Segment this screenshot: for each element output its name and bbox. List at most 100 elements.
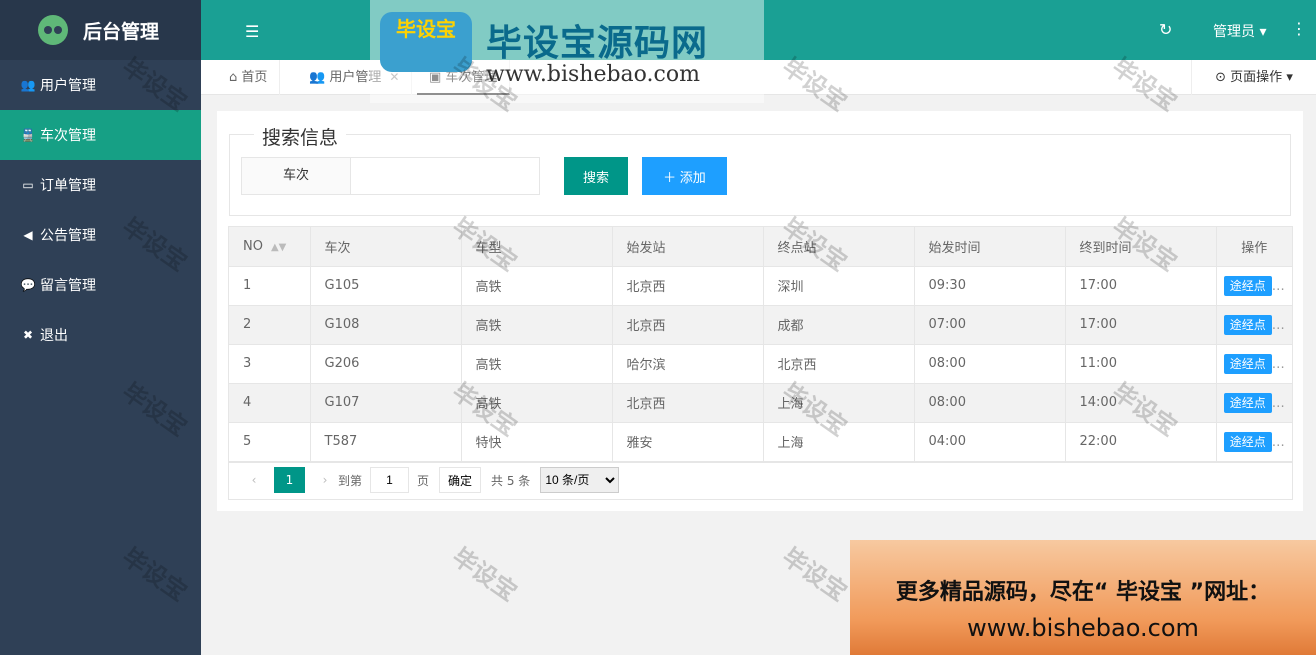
goto-page-input[interactable]: [370, 467, 410, 493]
search-button[interactable]: 搜索: [564, 157, 628, 195]
pagination: ‹ 1 › 到第 页 确定 共 5 条 10 条/页: [228, 461, 1293, 500]
table-cell: 1: [229, 266, 311, 306]
table-row: 5 T587 特快 雅安 上海 04:00 22:00 途经点…: [229, 422, 1292, 462]
add-button[interactable]: ＋ 添加: [642, 157, 727, 195]
stops-button[interactable]: 途经点: [1223, 314, 1272, 335]
table-cell: 3: [229, 344, 311, 384]
table-cell: 高铁: [461, 344, 613, 384]
page-number-current[interactable]: 1: [274, 467, 305, 493]
comments-icon: 💬: [20, 278, 36, 292]
volume-icon: ◀: [23, 228, 33, 242]
action-cell: 途经点…: [1216, 305, 1292, 345]
table-cell: 14:00: [1065, 383, 1217, 423]
app-title: 后台管理: [83, 20, 160, 43]
action-cell: 途经点…: [1216, 383, 1292, 423]
stops-button[interactable]: 途经点: [1223, 392, 1272, 413]
prev-page-icon[interactable]: ‹: [241, 473, 267, 487]
menu-toggle-icon[interactable]: ☰: [245, 22, 259, 41]
more-actions-ellipsis: …: [1271, 434, 1285, 450]
page-operation-menu[interactable]: ⊙ 页面操作 ▾: [1191, 60, 1316, 95]
sort-icon[interactable]: ▲▼: [271, 242, 286, 253]
train-no-input[interactable]: [350, 157, 540, 195]
sidebar-item-1[interactable]: 🚆 车次管理: [0, 110, 201, 160]
table-cell: 04:00: [914, 422, 1066, 462]
col-arrive-time: 终到时间: [1065, 227, 1217, 267]
sidebar-item-label: 留言管理: [40, 278, 96, 294]
table-cell: G206: [310, 344, 462, 384]
table-cell: 08:00: [914, 344, 1066, 384]
table-cell: 07:00: [914, 305, 1066, 345]
stops-button[interactable]: 途经点: [1223, 431, 1272, 452]
goto-suffix: 页: [417, 473, 430, 488]
table-cell: 2: [229, 305, 311, 345]
search-legend: 搜索信息: [254, 123, 347, 150]
stops-button[interactable]: 途经点: [1223, 275, 1272, 296]
banner-logo: 毕设宝: [380, 12, 472, 72]
table-cell: 高铁: [461, 266, 613, 306]
card-icon: ▭: [22, 178, 34, 192]
total-count: 共 5 条: [491, 473, 531, 488]
col-destination: 终点站: [763, 227, 915, 267]
goto-confirm-button[interactable]: 确定: [439, 467, 482, 493]
sidebar-item-4[interactable]: 💬 留言管理: [0, 260, 201, 310]
banner-title: 毕设宝源码网: [486, 23, 709, 64]
table-row: 3 G206 高铁 哈尔滨 北京西 08:00 11:00 途经点…: [229, 344, 1292, 384]
table-cell: 上海: [763, 383, 915, 423]
more-actions-ellipsis: …: [1271, 356, 1285, 372]
table-cell: 22:00: [1065, 422, 1217, 462]
sidebar-item-5[interactable]: ✖ 退出: [0, 310, 201, 360]
table-cell: 北京西: [612, 266, 764, 306]
sidebar-item-3[interactable]: ◀ 公告管理: [0, 210, 201, 260]
users-icon: 👥: [20, 78, 36, 92]
logo-icon: [38, 15, 68, 45]
table-cell: 11:00: [1065, 344, 1217, 384]
table-row: 4 G107 高铁 北京西 上海 08:00 14:00 途经点…: [229, 383, 1292, 423]
sidebar-item-label: 公告管理: [40, 228, 96, 244]
sidebar-item-label: 订单管理: [40, 178, 96, 194]
goto-prefix: 到第: [338, 473, 363, 488]
table-cell: 雅安: [612, 422, 764, 462]
tab-home[interactable]: ⌂ 首页: [217, 60, 281, 95]
banner-url: www.bishebao.com: [486, 62, 700, 87]
table-cell: G107: [310, 383, 462, 423]
sidebar-item-2[interactable]: ▭ 订单管理: [0, 160, 201, 210]
next-page-icon[interactable]: ›: [312, 473, 338, 487]
more-vertical-icon[interactable]: ⋮: [1291, 19, 1307, 38]
table-cell: 成都: [763, 305, 915, 345]
col-train-type: 车型: [461, 227, 613, 267]
watermark-banner: 毕设宝 毕设宝源码网 www.bishebao.com: [370, 0, 764, 103]
table-cell: 5: [229, 422, 311, 462]
train-table: NO ▲▼ 车次 车型 始发站 终点站 始发时间 终到时间 操作 1 G105 高铁北…: [228, 226, 1293, 463]
corner-ad-line2: www.bishebao.com: [967, 614, 1199, 642]
page-size-select[interactable]: 10 条/页: [540, 467, 620, 493]
table-cell: 高铁: [461, 305, 613, 345]
table-cell: 高铁: [461, 383, 613, 423]
table-cell: 哈尔滨: [612, 344, 764, 384]
col-origin: 始发站: [612, 227, 764, 267]
user-menu[interactable]: 管理员 ▾: [1213, 21, 1266, 41]
train-no-label: 车次: [241, 157, 351, 195]
more-actions-ellipsis: …: [1271, 278, 1285, 294]
table-cell: 17:00: [1065, 266, 1217, 306]
watermark-text: 毕设宝: [777, 542, 853, 607]
action-cell: 途经点…: [1216, 266, 1292, 306]
refresh-icon[interactable]: ↻: [1159, 20, 1172, 39]
table-cell: 北京西: [763, 344, 915, 384]
sidebar-item-label: 用户管理: [40, 78, 96, 94]
train-icon: 🚆: [20, 128, 36, 142]
table-cell: 4: [229, 383, 311, 423]
col-no[interactable]: NO ▲▼: [229, 227, 311, 267]
table-cell: 09:30: [914, 266, 1066, 306]
table-cell: G108: [310, 305, 462, 345]
table-cell: 08:00: [914, 383, 1066, 423]
table-cell: 北京西: [612, 383, 764, 423]
sidebar-item-0[interactable]: 👥 用户管理: [0, 60, 201, 110]
table-cell: 17:00: [1065, 305, 1217, 345]
action-cell: 途经点…: [1216, 344, 1292, 384]
search-fieldset: 搜索信息 车次 搜索 ＋ 添加: [229, 123, 1291, 216]
stops-button[interactable]: 途经点: [1223, 353, 1272, 374]
table-cell: 深圳: [763, 266, 915, 306]
more-actions-ellipsis: …: [1271, 317, 1285, 333]
table-row: 1 G105 高铁 北京西 深圳 09:30 17:00 途经点…: [229, 266, 1292, 306]
watermark-text: 毕设宝: [447, 542, 523, 607]
